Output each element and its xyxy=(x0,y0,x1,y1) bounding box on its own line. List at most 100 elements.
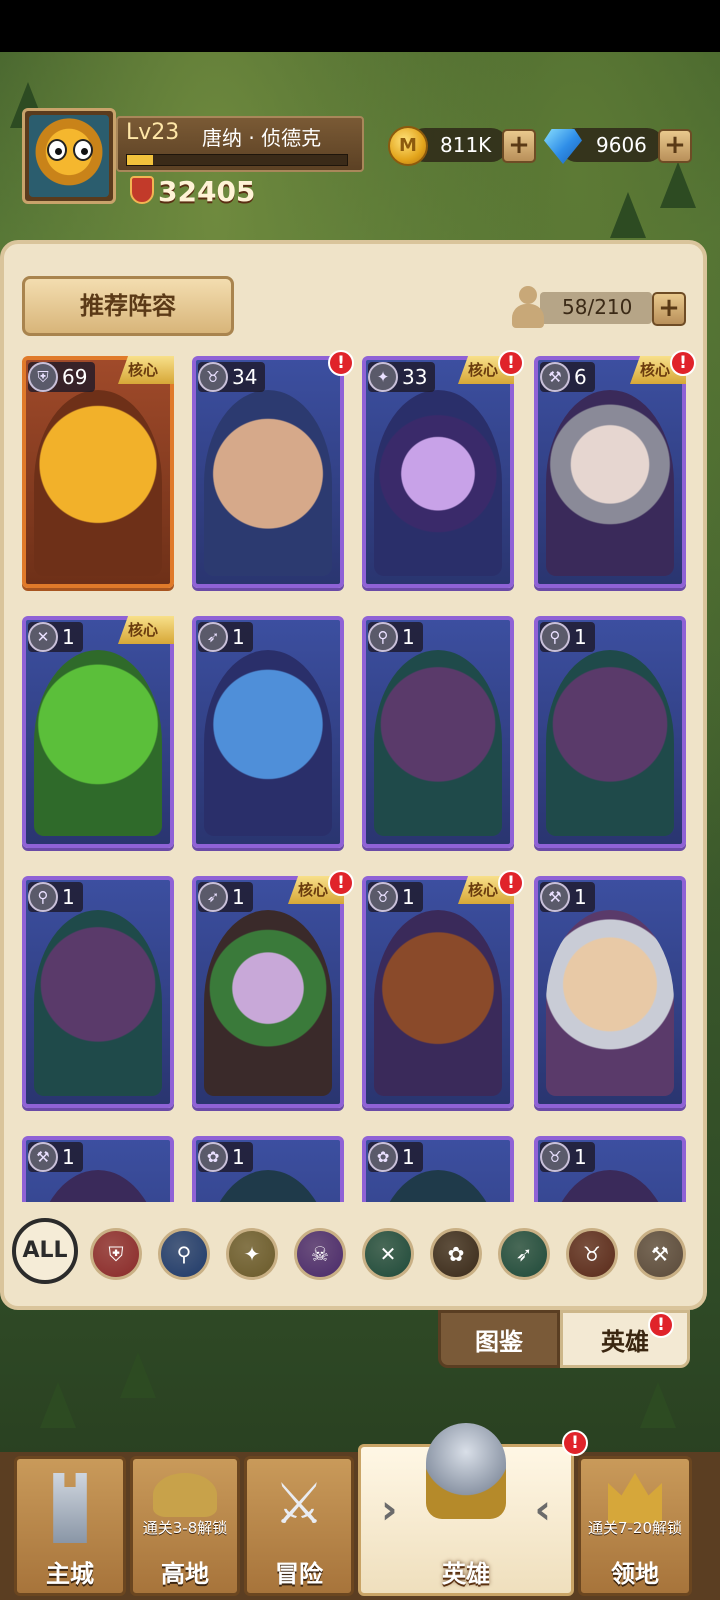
hero-card[interactable]: 34 ♉! xyxy=(192,350,354,588)
hero-card[interactable]: 1 ⚲ xyxy=(362,616,514,848)
filter-skull-icon[interactable]: ☠ xyxy=(294,1228,346,1280)
filter-holy-wings-icon[interactable]: ✦ xyxy=(226,1228,278,1280)
mage-class-icon: ⚲ xyxy=(540,622,570,652)
hero-portrait xyxy=(374,1170,502,1202)
mage-class-icon: ⚲ xyxy=(368,622,398,652)
hero-card[interactable]: 1 ➶ 核心! xyxy=(192,870,354,1108)
paw-class-icon: ✿ xyxy=(368,1142,398,1172)
nav-highland[interactable]: 通关3-8解锁 高地 xyxy=(130,1456,240,1596)
gem-amount: 9606 xyxy=(596,133,647,157)
nav-main-city[interactable]: 主城 xyxy=(14,1456,126,1596)
shield-class-icon: ⛨ xyxy=(28,362,58,392)
hero-alert-badge: ! xyxy=(328,870,354,896)
add-gems-button[interactable]: + xyxy=(658,129,692,163)
nav-heroes-alert-badge: ! xyxy=(562,1430,588,1456)
nav-main-city-label: 主城 xyxy=(46,1560,94,1588)
hero-portrait xyxy=(34,390,162,576)
hero-card[interactable]: 33 ✦ 核心! xyxy=(362,350,524,588)
nav-heroes[interactable]: › ‹ 英雄 xyxy=(358,1423,574,1596)
core-hero-tag: 核心 xyxy=(118,356,174,384)
hero-card[interactable]: 1 ⚲ xyxy=(22,876,174,1108)
hero-alert-badge: ! xyxy=(498,350,524,376)
gold-amount: 811K xyxy=(440,133,492,157)
hero-alert-badge: ! xyxy=(498,870,524,896)
bow-class-icon: ➶ xyxy=(198,882,228,912)
filter-shield-icon[interactable]: ⛨ xyxy=(90,1228,142,1280)
hero-card[interactable]: 6 ⚒ 核心! xyxy=(534,350,696,588)
turtle-shell-icon xyxy=(153,1473,217,1517)
class-filter-bar: ALL ⛨ ⚲ ✦ ☠ ✕ ✿ ➶ ♉ ⚒ xyxy=(10,1218,700,1288)
castle-icon xyxy=(53,1473,87,1543)
xp-bar xyxy=(126,154,348,166)
chevron-left-icon: ‹ xyxy=(534,1487,551,1533)
avatar-portrait xyxy=(29,115,109,197)
axe-class-icon: ⚒ xyxy=(540,362,570,392)
person-icon xyxy=(510,286,546,330)
hero-portrait xyxy=(204,650,332,836)
hero-grid: 69 ⛨ 核心 34 ♉! 33 ✦ 核心! 6 ⚒ 核心! 1 ✕ 核心 1 ➶ 1 ⚲ 1 ⚲ 1 ⚲ 1 ➶ 核心! 1 ♉ 核… xyxy=(14,350,704,1202)
hero-portrait xyxy=(204,910,332,1096)
player-level: Lv23 xyxy=(126,120,180,145)
expand-slots-button[interactable]: + xyxy=(652,292,686,326)
beast-class-icon: ♉ xyxy=(368,882,398,912)
chevron-right-icon: › xyxy=(381,1487,398,1533)
hero-portrait xyxy=(374,650,502,836)
hero-card[interactable]: 1 ⚒ xyxy=(534,876,686,1108)
hero-slots-count: 58/210 xyxy=(562,295,633,319)
hero-portrait xyxy=(204,1170,332,1202)
combat-power-icon xyxy=(130,176,154,204)
mage-class-icon: ⚲ xyxy=(28,882,58,912)
hero-card[interactable]: 1 ✿ xyxy=(192,1136,344,1202)
nav-adventure[interactable]: ⚔ 冒险 xyxy=(244,1456,354,1596)
player-name: 唐纳 · 侦德克 xyxy=(202,126,322,150)
hero-portrait xyxy=(204,390,332,576)
filter-mage-staff-icon[interactable]: ⚲ xyxy=(158,1228,210,1280)
hero-portrait xyxy=(34,910,162,1096)
paw-class-icon: ✿ xyxy=(198,1142,228,1172)
axe-class-icon: ⚒ xyxy=(28,1142,58,1172)
heroes-tab-alert-badge: ! xyxy=(648,1312,674,1338)
nav-highland-lock-text: 通关3-8解锁 xyxy=(142,1519,228,1537)
nav-highland-label: 高地 xyxy=(161,1560,209,1588)
add-gold-button[interactable]: + xyxy=(502,129,536,163)
tab-atlas[interactable]: 图鉴 xyxy=(438,1310,560,1368)
status-bar xyxy=(0,0,720,52)
beast-class-icon: ♉ xyxy=(198,362,228,392)
hero-portrait xyxy=(34,650,162,836)
nav-heroes-label: 英雄 xyxy=(442,1560,490,1588)
filter-bull-icon[interactable]: ♉ xyxy=(566,1228,618,1280)
nav-territory-lock-text: 通关7-20解锁 xyxy=(587,1519,683,1537)
bow-class-icon: ➶ xyxy=(198,622,228,652)
nav-territory[interactable]: 通关7-20解锁 领地 xyxy=(578,1456,692,1596)
hero-card[interactable]: 1 ⚲ xyxy=(534,616,686,848)
filter-axe-icon[interactable]: ⚒ xyxy=(634,1228,686,1280)
hero-card[interactable]: 1 ➶ xyxy=(192,616,344,848)
filter-paw-icon[interactable]: ✿ xyxy=(430,1228,482,1280)
hero-card[interactable]: 1 ✕ 核心 xyxy=(22,616,174,848)
hero-card[interactable]: 1 ♉ xyxy=(534,1136,686,1202)
hero-portrait xyxy=(374,390,502,576)
core-hero-tag: 核心 xyxy=(118,616,174,644)
hero-card[interactable]: 1 ✿ xyxy=(362,1136,514,1202)
crossed-swords-icon: ⚔ xyxy=(273,1472,325,1537)
hero-portrait xyxy=(34,1170,162,1202)
hero-portrait xyxy=(546,650,674,836)
hero-portrait xyxy=(546,910,674,1096)
filter-all-button[interactable]: ALL xyxy=(12,1218,78,1284)
axe-class-icon: ⚒ xyxy=(540,882,570,912)
hero-card[interactable]: 69 ⛨ 核心 xyxy=(22,356,174,588)
hero-alert-badge: ! xyxy=(328,350,354,376)
crown-throne-icon xyxy=(608,1473,662,1523)
hero-card[interactable]: 1 ⚒ xyxy=(22,1136,174,1202)
hero-portrait xyxy=(546,390,674,576)
filter-bow-icon[interactable]: ➶ xyxy=(498,1228,550,1280)
hero-card[interactable]: 1 ♉ 核心! xyxy=(362,870,524,1108)
gold-coin-icon: M xyxy=(388,126,428,166)
combat-power: 32405 xyxy=(158,175,256,208)
nav-territory-label: 领地 xyxy=(611,1560,659,1588)
recommend-lineup-button[interactable]: 推荐阵容 xyxy=(22,276,234,336)
filter-crossed-blades-icon[interactable]: ✕ xyxy=(362,1228,414,1280)
player-avatar[interactable] xyxy=(22,108,116,204)
xp-bar-fill xyxy=(127,155,154,165)
hero-portrait xyxy=(546,1170,674,1202)
